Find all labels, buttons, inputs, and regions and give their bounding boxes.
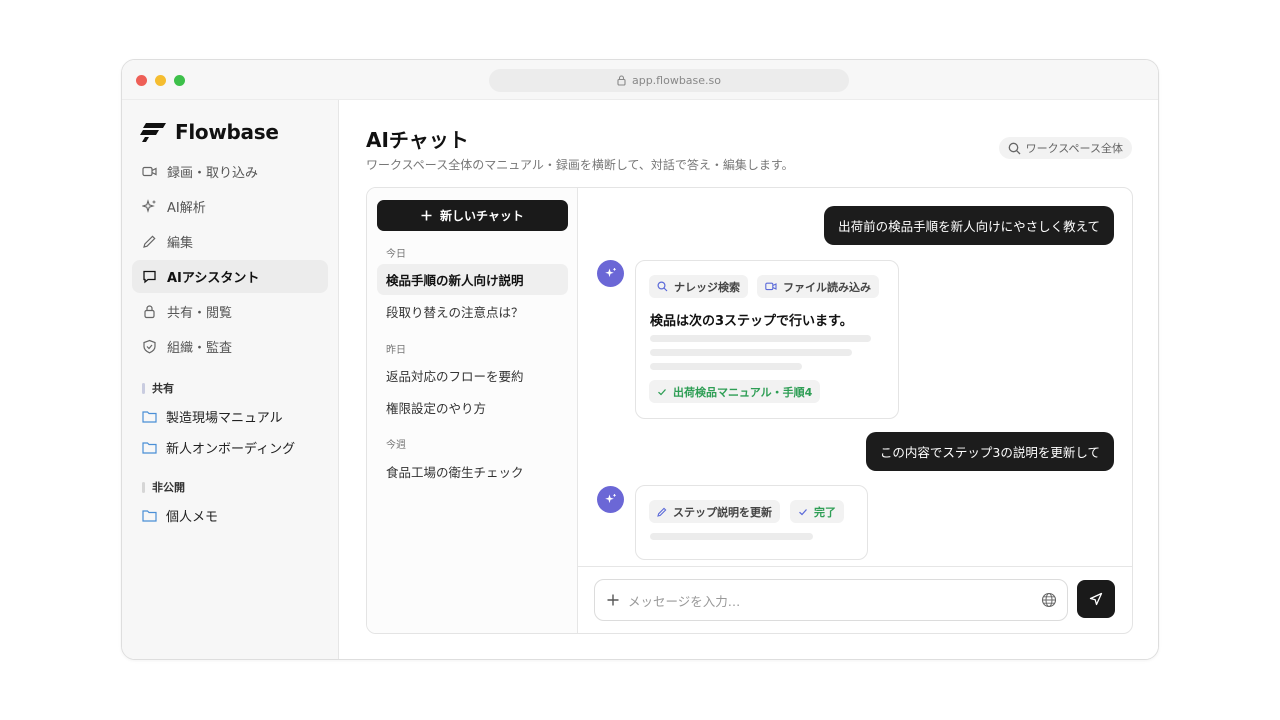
send-button[interactable] [1077,580,1115,618]
close-window-button[interactable] [136,75,147,86]
chat-history-item[interactable]: 食品工場の衛生チェック [377,456,568,487]
sidebar: Flowbase 録画・取り込み AI解析 編集 AIアシスタント 共有・閲覧 … [122,100,339,659]
folder-item[interactable]: 個人メモ [142,506,218,525]
address-bar[interactable]: app.flowbase.so [489,69,849,92]
ai-avatar [597,260,624,287]
loading-line [650,363,802,370]
group-label-this-week: 今週 [386,440,406,451]
nav-item-label: 録画・取り込み [167,166,259,181]
loading-line [650,533,813,540]
section-label-shared: 共有 [142,380,174,396]
lock-icon [144,305,155,319]
loading-line [650,349,852,356]
group-label-today: 今日 [386,249,406,260]
logo[interactable]: Flowbase [140,120,279,144]
nav-item-label: 編集 [167,236,194,251]
check-icon [799,508,807,515]
browser-titlebar: app.flowbase.so [122,60,1158,100]
user-message: この内容でステップ3の説明を更新して [865,432,1114,471]
nav-item-label: 共有・閲覧 [167,306,233,321]
status-chip-done: 完了 [790,500,844,523]
chat-history-item[interactable]: 権限設定のやり方 [377,392,568,423]
chat-panel: 新しいチャット 今日 検品手順の新人向け説明 段取り替えの注意点は？ 昨日 返品… [366,187,1133,634]
folder-icon [142,411,157,423]
nav-item-label: AI解析 [167,201,206,216]
chat-icon [143,270,156,284]
nav-item-edit[interactable]: 編集 [132,225,328,258]
minimize-window-button[interactable] [155,75,166,86]
scope-label: ワークスペース全体 [1025,142,1123,155]
nav-item-share[interactable]: 共有・閲覧 [132,295,328,328]
main-content: AIチャット ワークスペース全体のマニュアル・録画を横断して、対話で答え・編集し… [340,100,1158,659]
loading-line [650,335,871,342]
message-input-placeholder: メッセージを入力… [628,593,741,609]
nav-item-org-audit[interactable]: 組織・監査 [132,330,328,363]
tool-chip-update-step: ステップ説明を更新 [649,500,780,523]
pencil-icon [657,507,667,517]
pencil-icon [143,235,156,248]
maximize-window-button[interactable] [174,75,185,86]
folder-label: 製造現場マニュアル [166,411,283,426]
composer-area: メッセージを入力… [578,566,1132,633]
plus-icon [421,210,432,221]
page-title: AIチャット [366,128,469,152]
brand-name: Flowbase [175,120,279,144]
tool-chip-file-read: ファイル読み込み [757,275,879,298]
source-citation-chip[interactable]: 出荷検品マニュアル・手順4 [649,380,821,403]
chat-thread: 出荷前の検品手順を新人向けにやさしく教えて ナレッジ検索 ファイル読み込み 検品… [578,188,1132,633]
ai-avatar [597,486,624,513]
folder-item[interactable]: 新人オンボーディング [142,438,295,457]
ai-response-title: 検品は次の3ステップで行います。 [650,314,853,329]
nav-item-label: AIアシスタント [167,271,260,286]
nav-item-ai-analysis[interactable]: AI解析 [132,190,328,223]
video-icon [765,282,777,291]
nav-item-label: 組織・監査 [167,341,233,356]
new-chat-button[interactable]: 新しいチャット [377,200,568,231]
globe-icon[interactable] [1041,592,1057,608]
send-icon [1089,592,1103,606]
sparkle-icon [142,199,156,213]
chat-history-list: 新しいチャット 今日 検品手順の新人向け説明 段取り替えの注意点は？ 昨日 返品… [367,188,578,633]
folder-item[interactable]: 製造現場マニュアル [142,407,283,426]
chat-history-item[interactable]: 返品対応のフローを要約 [377,360,568,391]
chat-history-item[interactable]: 段取り替えの注意点は？ [377,296,568,327]
flowbase-logo-icon [140,123,166,142]
lock-icon [617,75,626,86]
ai-response-card: ステップ説明を更新 完了 [635,485,868,560]
app-window: app.flowbase.so Flowbase 録画・取り込み AI解析 編集… [121,59,1159,660]
section-label-private: 非公開 [142,479,185,495]
check-icon [658,388,666,395]
folder-label: 新人オンボーディング [166,442,296,457]
video-icon [142,166,157,177]
search-icon [1008,142,1021,154]
page-subtitle: ワークスペース全体のマニュアル・録画を横断して、対話で答え・編集します。 [366,158,794,172]
folder-icon [142,510,157,522]
folder-icon [142,442,157,454]
message-input[interactable]: メッセージを入力… [594,579,1068,621]
plus-icon[interactable] [607,594,619,606]
sparkle-icon [605,494,616,504]
sparkle-icon [605,268,616,278]
user-message: 出荷前の検品手順を新人向けにやさしく教えて [824,206,1114,245]
group-label-yesterday: 昨日 [386,345,406,356]
shield-icon [143,339,156,354]
chat-history-item[interactable]: 検品手順の新人向け説明 [377,264,568,295]
folder-label: 個人メモ [166,510,219,525]
scope-selector[interactable]: ワークスペース全体 [998,137,1132,159]
search-icon [657,281,668,292]
tool-chip-knowledge-search: ナレッジ検索 [649,275,748,298]
nav-item-ai-assistant[interactable]: AIアシスタント [132,260,328,293]
nav-item-recording[interactable]: 録画・取り込み [132,155,328,188]
ai-response-card: ナレッジ検索 ファイル読み込み 検品は次の3ステップで行います。 出荷検品マニュ… [635,260,899,419]
url-text: app.flowbase.so [631,74,722,87]
